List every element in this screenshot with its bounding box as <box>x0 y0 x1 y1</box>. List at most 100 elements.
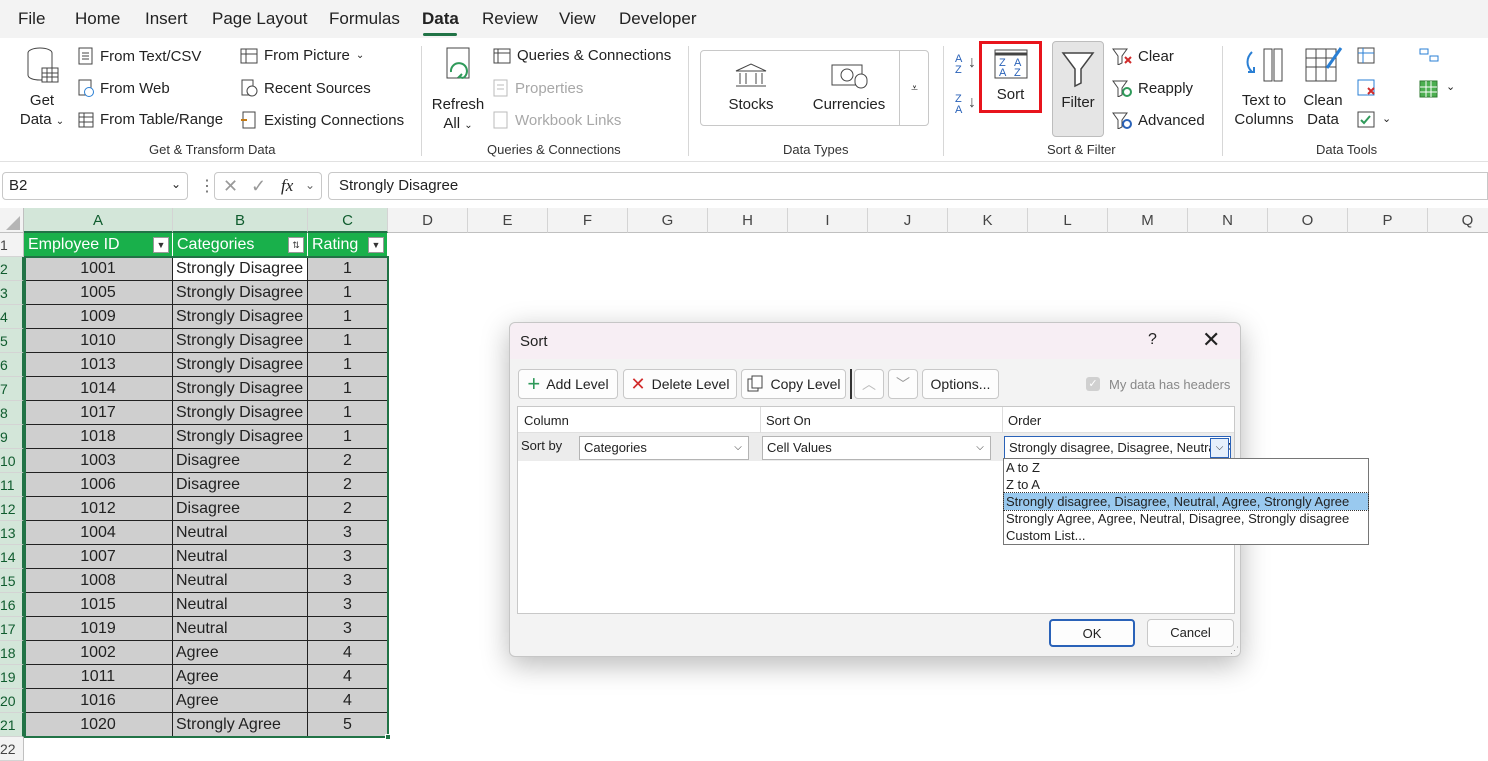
table-cell[interactable]: 1018 <box>24 425 173 449</box>
table-cell[interactable]: Neutral <box>173 617 308 641</box>
row-header-3[interactable]: 3 <box>0 281 24 305</box>
table-cell[interactable]: 1020 <box>24 713 173 737</box>
column-header-o[interactable]: O <box>1268 208 1348 233</box>
table-cell[interactable]: 1019 <box>24 617 173 641</box>
column-header-g[interactable]: G <box>628 208 708 233</box>
table-cell[interactable]: 1014 <box>24 377 173 401</box>
table-cell[interactable]: Strongly Disagree <box>173 257 308 281</box>
filter-button[interactable]: Filter <box>1052 41 1104 137</box>
table-cell[interactable]: Strongly Disagree <box>173 353 308 377</box>
table-cell[interactable]: Strongly Disagree <box>173 281 308 305</box>
row-header-10[interactable]: 10 <box>0 449 24 473</box>
row-header-21[interactable]: 21 <box>0 713 24 737</box>
row-header-15[interactable]: 15 <box>0 569 24 593</box>
resize-grip-icon[interactable]: ⋰ <box>1230 645 1239 656</box>
table-cell[interactable]: 1001 <box>24 257 173 281</box>
row-header-13[interactable]: 13 <box>0 521 24 545</box>
copy-level-button[interactable]: Copy Level <box>741 369 846 399</box>
table-cell[interactable]: Agree <box>173 689 308 713</box>
column-select[interactable]: Categories ⌵ <box>579 436 749 460</box>
get-data-button[interactable]: Get Data ⌄ <box>14 46 70 131</box>
help-icon[interactable]: ? <box>1148 331 1157 349</box>
workbook-links-button[interactable]: Workbook Links <box>493 111 621 129</box>
select-all-corner[interactable] <box>0 208 24 233</box>
row-header-20[interactable]: 20 <box>0 689 24 713</box>
currencies-button[interactable]: Currencies <box>812 62 886 114</box>
row-header-16[interactable]: 16 <box>0 593 24 617</box>
cancel-button[interactable]: Cancel <box>1147 619 1234 647</box>
column-header-j[interactable]: J <box>868 208 948 233</box>
tab-insert[interactable]: Insert <box>145 9 188 29</box>
remove-duplicates-icon[interactable] <box>1356 78 1378 98</box>
row-header-4[interactable]: 4 <box>0 305 24 329</box>
tab-view[interactable]: View <box>559 9 596 29</box>
table-cell[interactable]: 1017 <box>24 401 173 425</box>
row-header-14[interactable]: 14 <box>0 545 24 569</box>
table-cell[interactable]: 1004 <box>24 521 173 545</box>
data-model-icon[interactable]: ⌄ <box>1418 78 1458 100</box>
tab-data[interactable]: Data <box>422 9 459 29</box>
table-cell[interactable]: 1 <box>308 377 388 401</box>
my-data-headers-checkbox[interactable]: ✓ <box>1086 377 1100 391</box>
from-text-csv-button[interactable]: From Text/CSV <box>78 47 201 65</box>
table-cell[interactable]: 2 <box>308 449 388 473</box>
table-cell[interactable]: 3 <box>308 545 388 569</box>
row-header-7[interactable]: 7 <box>0 377 24 401</box>
table-cell[interactable]: 1 <box>308 281 388 305</box>
table-header-cell[interactable]: Rating ▼ <box>308 233 388 257</box>
column-header-b[interactable]: B <box>173 208 308 233</box>
flash-fill-icon[interactable] <box>1356 46 1378 66</box>
table-cell[interactable]: 1013 <box>24 353 173 377</box>
refresh-all-button[interactable]: Refresh All ⌄ <box>430 46 486 135</box>
column-header-a[interactable]: A <box>24 208 173 233</box>
tab-developer[interactable]: Developer <box>619 9 697 29</box>
table-cell[interactable]: 1015 <box>24 593 173 617</box>
row-header-2[interactable]: 2 <box>0 257 24 281</box>
table-cell[interactable]: 1003 <box>24 449 173 473</box>
from-picture-button[interactable]: From Picture ⌄ <box>240 47 364 64</box>
table-cell[interactable]: Strongly Disagree <box>173 401 308 425</box>
column-header-l[interactable]: L <box>1028 208 1108 233</box>
table-cell[interactable]: 1006 <box>24 473 173 497</box>
clean-data-button[interactable]: Clean Data <box>1300 46 1346 129</box>
ok-button[interactable]: OK <box>1049 619 1135 647</box>
table-cell[interactable]: Neutral <box>173 593 308 617</box>
table-cell[interactable]: 1005 <box>24 281 173 305</box>
more-options-icon[interactable]: ⋮ <box>199 176 215 196</box>
from-table-range-button[interactable]: From Table/Range <box>78 111 223 128</box>
move-down-button[interactable]: ﹀ <box>888 369 918 399</box>
row-header-1[interactable]: 1 <box>0 233 24 257</box>
table-cell[interactable]: Neutral <box>173 521 308 545</box>
queries-connections-button[interactable]: Queries & Connections <box>493 47 671 64</box>
table-cell[interactable]: 1 <box>308 353 388 377</box>
tab-review[interactable]: Review <box>482 9 538 29</box>
table-cell[interactable]: Strongly Disagree <box>173 305 308 329</box>
table-header-cell[interactable]: Employee ID ▼ <box>24 233 173 257</box>
data-validation-icon[interactable]: ⌄ <box>1356 110 1396 130</box>
table-cell[interactable]: 4 <box>308 689 388 713</box>
close-icon[interactable]: ✕ <box>1202 327 1220 353</box>
table-cell[interactable]: Strongly Disagree <box>173 377 308 401</box>
order-option-selected[interactable]: Strongly disagree, Disagree, Neutral, Ag… <box>1003 492 1369 511</box>
enter-icon[interactable]: ✓ <box>251 176 266 197</box>
row-header-12[interactable]: 12 <box>0 497 24 521</box>
add-level-button[interactable]: + Add Level <box>518 369 618 399</box>
column-header-e[interactable]: E <box>468 208 548 233</box>
stocks-button[interactable]: Stocks <box>722 62 780 114</box>
column-header-n[interactable]: N <box>1188 208 1268 233</box>
tab-home[interactable]: Home <box>75 9 120 29</box>
from-web-button[interactable]: From Web <box>78 79 170 97</box>
sorted-filter-dropdown-icon[interactable]: ⇅ <box>288 237 304 253</box>
filter-dropdown-icon[interactable]: ▼ <box>153 237 169 253</box>
consolidate-icon[interactable] <box>1418 46 1440 66</box>
table-cell[interactable]: 1012 <box>24 497 173 521</box>
table-cell[interactable]: 1 <box>308 425 388 449</box>
existing-connections-button[interactable]: Existing Connections <box>240 111 404 129</box>
table-cell[interactable]: Strongly Agree <box>173 713 308 737</box>
table-cell[interactable]: 4 <box>308 665 388 689</box>
row-header-22[interactable]: 22 <box>0 737 24 761</box>
sort-z-to-a-icon[interactable]: Z A ↓ <box>955 94 981 120</box>
row-header-9[interactable]: 9 <box>0 425 24 449</box>
row-header-11[interactable]: 11 <box>0 473 24 497</box>
sort-on-select[interactable]: Cell Values ⌵ <box>762 436 991 460</box>
